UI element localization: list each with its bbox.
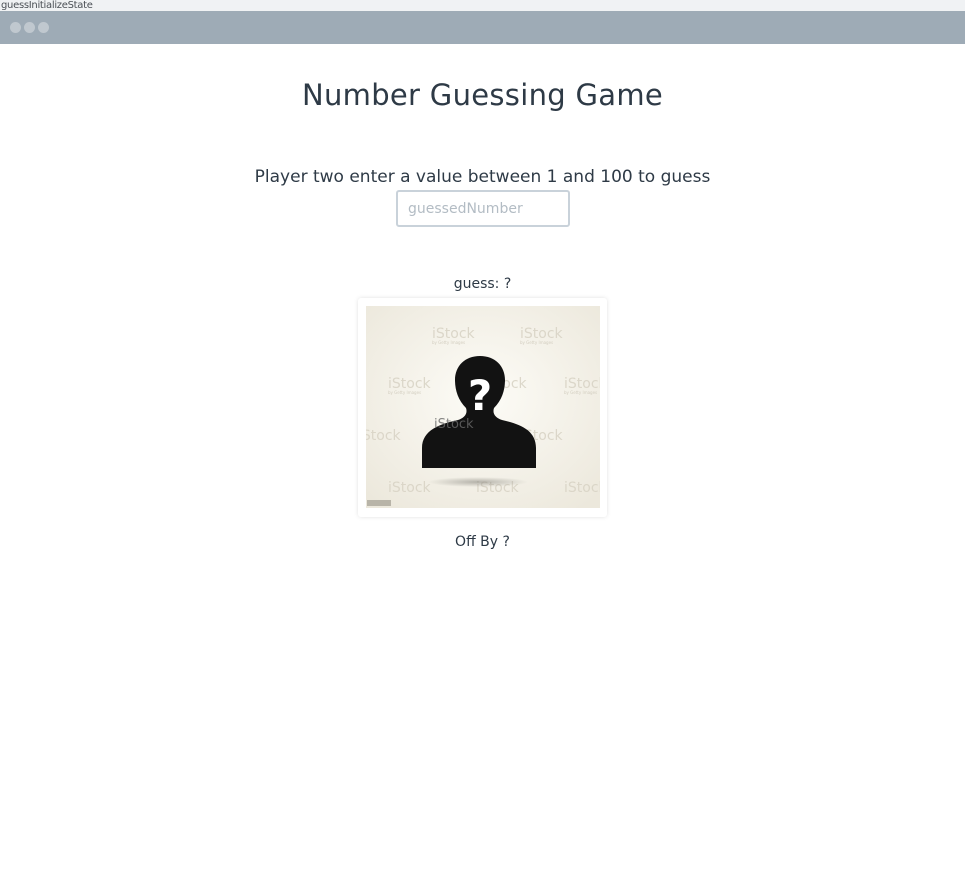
mystery-person-icon: iStock iStock iStock iStock iStock iStoc… xyxy=(366,306,600,508)
window-bar xyxy=(0,11,965,44)
watermark-subtext: by Getty Images xyxy=(520,340,553,345)
watermark-subtext: by Getty Images xyxy=(388,390,421,395)
guess-prompt: Player two enter a value between 1 and 1… xyxy=(254,167,711,187)
watermark-text: iStock xyxy=(366,428,402,444)
guessed-number-input[interactable] xyxy=(396,190,570,227)
page-title: Number Guessing Game xyxy=(301,78,664,112)
question-mark: ? xyxy=(468,371,492,420)
mystery-image-card: iStock iStock iStock iStock iStock iStoc… xyxy=(358,298,607,517)
guess-status: guess: ? xyxy=(453,276,512,292)
window-dot-close xyxy=(10,22,21,33)
watermark-text: iStock xyxy=(388,480,432,496)
off-by-status: Off By ? xyxy=(455,534,510,550)
watermark-subtext: by Getty Images xyxy=(564,390,597,395)
watermark-text: iStock xyxy=(564,480,600,496)
watermark-subtext: by Getty Images xyxy=(432,340,465,345)
window-dot-minimize xyxy=(24,22,35,33)
story-label: guessInitializeState xyxy=(0,0,965,11)
mystery-person-image: iStock iStock iStock iStock iStock iStoc… xyxy=(366,306,600,508)
window-dot-maximize xyxy=(38,22,49,33)
watermark-text: iStock xyxy=(434,417,474,432)
